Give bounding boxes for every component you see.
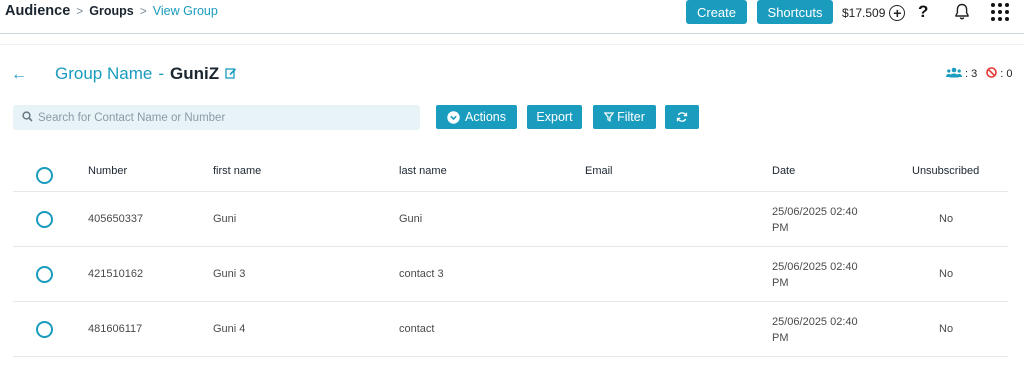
balance-amount: $17.509 bbox=[842, 6, 886, 20]
shortcuts-button[interactable]: Shortcuts bbox=[757, 0, 833, 24]
cell-date-line1: 25/06/2025 02:40 bbox=[772, 261, 858, 273]
members-count: : 3 bbox=[965, 68, 978, 80]
breadcrumb-view-group: View Group bbox=[152, 4, 218, 18]
group-name-value: GuniZ bbox=[170, 64, 220, 83]
cell-first-name: Guni 3 bbox=[213, 268, 246, 280]
cell-number: 421510162 bbox=[88, 268, 144, 280]
back-arrow-icon[interactable]: ← bbox=[11, 66, 27, 84]
users-icon bbox=[946, 67, 962, 81]
select-all-radio[interactable] bbox=[36, 167, 53, 184]
cell-last-name: Guni bbox=[399, 213, 423, 225]
contacts-table: Number first name last name Email Date U… bbox=[13, 148, 1008, 357]
cell-date-line1: 25/06/2025 02:40 bbox=[772, 316, 858, 328]
row-select-radio[interactable] bbox=[36, 211, 53, 228]
cell-number: 481606117 bbox=[88, 323, 143, 335]
balance: $17.509 + bbox=[842, 5, 906, 21]
breadcrumb-groups[interactable]: Groups bbox=[89, 4, 133, 18]
breadcrumb-separator: > bbox=[76, 4, 84, 18]
column-header-number[interactable]: Number bbox=[88, 165, 127, 177]
breadcrumb-separator: > bbox=[139, 4, 147, 18]
cell-first-name: Guni bbox=[213, 213, 237, 225]
page-title: Group Name - GuniZ bbox=[55, 64, 237, 84]
blocked-count: : 0 bbox=[1000, 68, 1013, 80]
column-header-date[interactable]: Date bbox=[772, 165, 795, 177]
cell-date: 25/06/2025 02:40 PM bbox=[772, 204, 867, 236]
filter-icon bbox=[604, 112, 615, 122]
search-icon bbox=[22, 109, 33, 127]
apps-grid-icon[interactable] bbox=[991, 3, 1009, 21]
row-select-radio[interactable] bbox=[36, 321, 53, 338]
breadcrumb-audience[interactable]: Audience bbox=[5, 3, 70, 19]
group-name-label: Group Name bbox=[55, 64, 153, 83]
help-icon[interactable]: ? bbox=[918, 2, 928, 22]
blocked-icon bbox=[986, 67, 998, 81]
cell-unsubscribed: No bbox=[939, 268, 954, 280]
edit-icon[interactable] bbox=[225, 64, 237, 84]
cell-unsubscribed: No bbox=[939, 323, 954, 335]
table-row[interactable]: 421510162 Guni 3 contact 3 25/06/2025 02… bbox=[13, 247, 1008, 302]
column-header-first-name[interactable]: first name bbox=[213, 165, 261, 177]
refresh-icon bbox=[676, 111, 688, 123]
refresh-button[interactable] bbox=[665, 105, 699, 129]
cell-date-line1: 25/06/2025 02:40 bbox=[772, 206, 858, 218]
column-header-email[interactable]: Email bbox=[585, 165, 613, 177]
table-row[interactable]: 481606117 Guni 4 contact 25/06/2025 02:4… bbox=[13, 302, 1008, 357]
cell-date-line2: PM bbox=[772, 222, 789, 234]
actions-button[interactable]: Actions bbox=[436, 105, 517, 129]
add-funds-icon[interactable]: + bbox=[889, 5, 906, 21]
table-row[interactable]: 405650337 Guni Guni 25/06/2025 02:40 PM … bbox=[13, 192, 1008, 247]
table-header-row: Number first name last name Email Date U… bbox=[13, 148, 1008, 192]
cell-last-name: contact bbox=[399, 323, 435, 335]
export-button[interactable]: Export bbox=[527, 105, 582, 129]
search-box bbox=[13, 105, 420, 130]
row-select-radio[interactable] bbox=[36, 266, 53, 283]
cell-number: 405650337 bbox=[88, 213, 144, 225]
bell-icon[interactable] bbox=[954, 3, 970, 26]
filter-label: Filter bbox=[617, 110, 645, 124]
cell-date-line2: PM bbox=[772, 332, 789, 344]
cell-date: 25/06/2025 02:40 PM bbox=[772, 314, 867, 346]
search-input[interactable] bbox=[38, 111, 408, 124]
filter-button[interactable]: Filter bbox=[593, 105, 656, 129]
column-header-unsubscribed[interactable]: Unsubscribed bbox=[912, 165, 979, 177]
cell-unsubscribed: No bbox=[939, 213, 954, 225]
title-dash: - bbox=[158, 64, 164, 83]
cell-first-name: Guni 4 bbox=[213, 323, 246, 335]
cell-last-name: contact 3 bbox=[399, 268, 444, 280]
breadcrumb: Audience > Groups > View Group bbox=[5, 3, 218, 19]
top-bar: Audience > Groups > View Group Create Sh… bbox=[0, 0, 1024, 34]
cell-date-line2: PM bbox=[772, 277, 789, 289]
group-counts: : 3 : 0 bbox=[946, 67, 1012, 81]
chevron-down-circle-icon bbox=[447, 110, 460, 124]
create-button[interactable]: Create bbox=[686, 0, 747, 24]
actions-label: Actions bbox=[465, 110, 506, 124]
cell-date: 25/06/2025 02:40 PM bbox=[772, 259, 867, 291]
column-header-last-name[interactable]: last name bbox=[399, 165, 447, 177]
